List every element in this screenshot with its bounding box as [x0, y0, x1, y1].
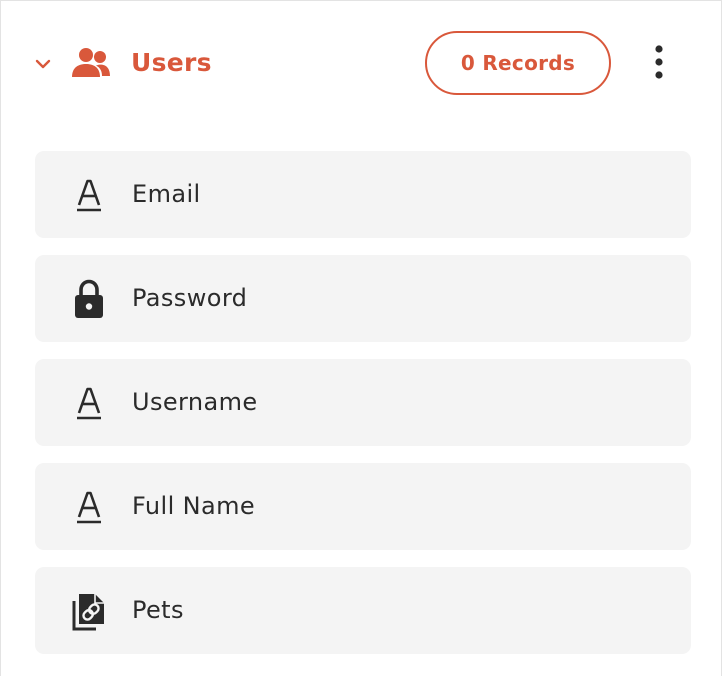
users-icon	[72, 48, 110, 77]
text-icon	[77, 491, 101, 524]
collection-panel: Users 0 Records Email Password Username …	[0, 0, 722, 676]
field-label: Email	[132, 180, 201, 208]
records-count-button[interactable]: 0 Records	[425, 31, 611, 95]
field-label: Username	[132, 388, 258, 416]
chevron-down-icon[interactable]	[34, 55, 52, 73]
field-label: Password	[132, 284, 248, 312]
field-item-password[interactable]: Password	[35, 255, 691, 342]
field-item-full-name[interactable]: Full Name	[35, 463, 691, 550]
field-item-pets[interactable]: Pets	[35, 567, 691, 654]
lock-icon	[75, 279, 103, 318]
field-item-email[interactable]: Email	[35, 151, 691, 238]
field-label: Full Name	[132, 492, 256, 520]
text-icon	[77, 387, 101, 420]
collection-title: Users	[131, 48, 212, 77]
text-icon	[77, 179, 101, 212]
relation-icon	[72, 594, 104, 631]
field-item-username[interactable]: Username	[35, 359, 691, 446]
field-label: Pets	[132, 596, 184, 624]
collection-header: Users 0 Records	[1, 1, 723, 121]
more-options-icon[interactable]	[643, 43, 675, 83]
